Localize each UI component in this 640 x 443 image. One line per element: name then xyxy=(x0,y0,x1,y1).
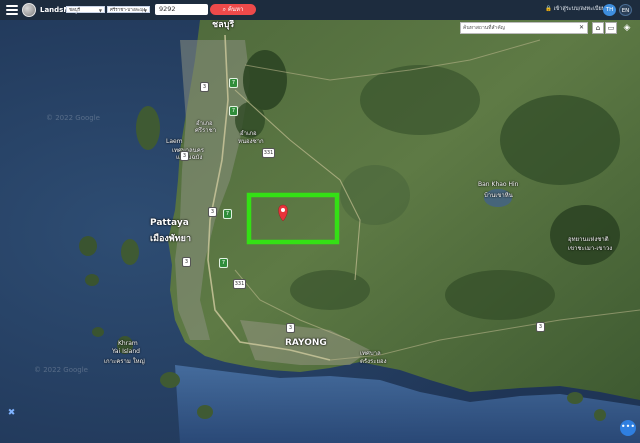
watermark: © 2022 Google xyxy=(46,114,100,122)
place-label: หนองซาก xyxy=(238,138,264,145)
place-label: Ban Khao Hin xyxy=(478,181,519,188)
search-button[interactable]: ⌕ ค้นหา xyxy=(210,4,256,15)
road-shield: 3 xyxy=(180,151,189,161)
lang-en-button[interactable]: EN xyxy=(619,4,632,16)
satellite-map[interactable]: ชลบุรี Laem อำเภอ ศรีราชา อำเภอ หนองซาก … xyxy=(0,20,640,443)
top-bar: LandsMaps ชลบุรี ▼ ศรีราชา-บางละมุง ▼ 92… xyxy=(0,0,640,20)
district-select-value: ศรีราชา-บางละมุง xyxy=(110,8,146,13)
place-label: RAYONG xyxy=(285,338,327,348)
search-button-label: ค้นหา xyxy=(227,6,244,13)
district-select[interactable]: ศรีราชา-บางละมุง ▼ xyxy=(107,6,150,13)
place-label: ศรีราชา xyxy=(195,127,217,134)
place-search-placeholder: ค้นหาสถานที่สำคัญ xyxy=(463,25,505,31)
road-shield: 3 xyxy=(200,82,209,92)
place-label: Yai Island xyxy=(112,348,140,355)
place-label: Pattaya xyxy=(150,218,189,228)
road-shield: 3 xyxy=(182,257,191,267)
place-label: บ้านเขาหิน xyxy=(484,192,513,199)
more-options-button[interactable]: ••• xyxy=(620,420,636,436)
chevron-down-icon: ▼ xyxy=(143,8,147,13)
road-shield: 331 xyxy=(262,148,275,158)
province-select-value: ชลบุรี xyxy=(69,8,81,13)
road-shield: 3 xyxy=(286,323,295,333)
login-link[interactable]: 🔒 เข้าสู่ระบบ/ลงทะเบียน xyxy=(545,5,605,13)
place-label: เกาะคราม ใหญ่ xyxy=(104,358,145,365)
hamburger-menu-icon[interactable] xyxy=(6,5,18,15)
ruler-icon[interactable]: ▭ xyxy=(605,22,617,34)
place-label: ชลบุรี xyxy=(212,20,235,30)
login-label: เข้าสู่ระบบ/ลงทะเบียน xyxy=(553,6,606,12)
watermark: © 2022 Google xyxy=(34,366,88,374)
place-label: เมืองพัทยา xyxy=(150,234,192,244)
close-icon[interactable]: ✕ xyxy=(579,23,584,33)
logo-icon xyxy=(22,3,36,17)
home-icon[interactable]: ⌂ xyxy=(592,22,604,34)
place-label: ตรังระยอง xyxy=(360,358,387,365)
layers-icon[interactable]: ◈ xyxy=(619,22,635,35)
place-label: Khram xyxy=(118,340,138,347)
search-icon: ⌕ xyxy=(222,6,226,13)
place-search-input[interactable]: ค้นหาสถานที่สำคัญ ✕ xyxy=(460,22,588,34)
lang-th-button[interactable]: TH xyxy=(603,4,616,16)
tools-icon[interactable]: ✖ xyxy=(6,408,17,419)
chevron-down-icon: ▼ xyxy=(98,8,102,13)
province-select[interactable]: ชลบุรี ▼ xyxy=(66,6,105,13)
road-shield: 7 xyxy=(229,106,238,116)
place-label: Laem xyxy=(166,138,183,145)
road-shield: 7 xyxy=(223,209,232,219)
road-shield: 3 xyxy=(536,322,545,332)
road-shield: 7 xyxy=(229,78,238,88)
road-shield: 7 xyxy=(219,258,228,268)
road-shield: 3 xyxy=(208,207,217,217)
more-horizontal-icon: ••• xyxy=(620,422,636,431)
parcel-number-input[interactable]: 9292 xyxy=(155,4,208,15)
road-shield: 331 xyxy=(233,279,246,289)
place-label: เขาชะเมา-เขาวง xyxy=(568,245,613,252)
lock-icon: 🔒 xyxy=(545,6,552,12)
